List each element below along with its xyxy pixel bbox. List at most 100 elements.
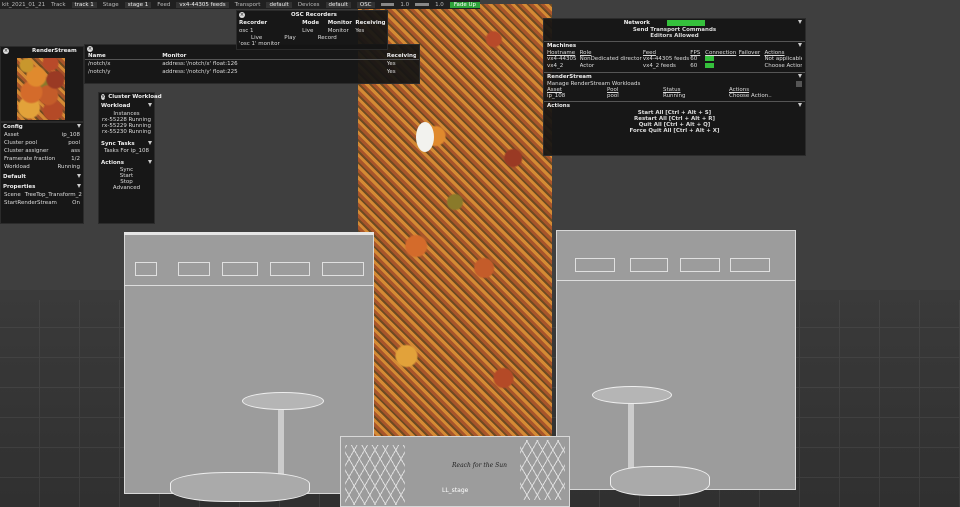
tasks-for-label: Tasks For ip_108 (103, 148, 150, 154)
volume-value-2: 1.0 (435, 1, 444, 8)
start-renderstream-row[interactable]: StartRenderStream On (1, 199, 83, 207)
config-row[interactable]: Asset ip_108 (1, 131, 83, 139)
col-name: Name (88, 53, 106, 59)
top-toolbar: kit_2021_01_21 Track track 1 Stage stage… (0, 0, 480, 9)
wall-slot (135, 262, 157, 276)
wall-slot (322, 262, 364, 276)
volume-slider-1[interactable] (380, 3, 395, 6)
config-row[interactable]: Cluster pool pool (1, 139, 83, 147)
wall-slot (222, 262, 258, 276)
wall-line (556, 280, 796, 281)
advanced-button[interactable]: Advanced (99, 185, 154, 191)
chevron-down-icon[interactable] (148, 141, 152, 145)
platform-truss (520, 440, 565, 500)
recorders-header: Recorder Mode Monitor Receiving (239, 20, 386, 26)
config-row[interactable]: Framerate fraction 1/2 (1, 155, 83, 163)
wall-left-top-edge (124, 232, 374, 235)
chevron-down-icon[interactable] (798, 43, 802, 47)
network-status-bar (666, 20, 705, 26)
table-row[interactable]: osc 1 Live Monitor Yes (237, 27, 387, 35)
devices-label: Devices (297, 1, 320, 8)
chevron-down-icon[interactable] (77, 124, 81, 128)
default-section[interactable]: Default (3, 174, 26, 180)
stool-right-seat (592, 386, 672, 404)
recorder-monitor-footer: 'osc 1' monitor (239, 41, 280, 47)
feed-label: Feed (157, 1, 171, 8)
record-button[interactable]: Record (318, 35, 337, 41)
force-quit-all-button[interactable]: Force Quit All [Ctrl + Alt + X] (544, 128, 805, 134)
stage-sign: Reach for the Sun (452, 462, 507, 469)
wall-slot (270, 262, 310, 276)
highlight-orb (416, 122, 434, 152)
stool-left-seat (242, 392, 324, 410)
osc-monitor-panel: × Name Monitor Receiving /notch/x addres… (84, 44, 420, 84)
volume-slider-2[interactable] (415, 3, 430, 6)
transport-label: Transport (234, 1, 261, 8)
stage-select[interactable]: stage 1 (124, 1, 152, 8)
volume-value-1: 1.0 (400, 1, 410, 8)
cluster-title: Cluster Workload (108, 94, 162, 100)
close-icon[interactable]: × (101, 94, 106, 100)
network-panel: Network Send Transport Commands Editors … (543, 18, 806, 156)
editors-allowed-toggle[interactable]: Editors Allowed (544, 33, 805, 39)
chevron-down-icon[interactable] (148, 160, 152, 164)
config-title: Config (3, 124, 23, 130)
renderstream-thumbnail (17, 58, 65, 120)
feed-select[interactable]: vx4-44305 feeds (176, 1, 229, 8)
chevron-down-icon[interactable] (798, 103, 802, 107)
wall-slot (630, 258, 668, 272)
track-select[interactable]: track 1 (71, 1, 97, 8)
actions-section[interactable]: Actions (101, 160, 124, 166)
table-row[interactable]: /notch/x address:'/notch/x' float:126 Ye… (85, 60, 419, 68)
config-row[interactable]: Cluster assigner ass (1, 147, 83, 155)
instance-row[interactable]: rx-55230 Running (99, 129, 154, 135)
monitor-header: Name Monitor Receiving (85, 53, 419, 59)
chevron-down-icon[interactable] (148, 103, 152, 107)
osc-recorders-title: OSC Recorders (291, 12, 337, 18)
rs-choose-action-select[interactable]: Choose Action.. (729, 93, 789, 99)
chevron-down-icon[interactable] (797, 20, 802, 24)
renderstream-section[interactable]: RenderStream (547, 74, 592, 80)
rs-row[interactable]: ip_108 pool Running Choose Action.. (544, 93, 805, 99)
config-row[interactable]: Workload Running (1, 163, 83, 171)
connection-indicator (705, 63, 739, 70)
renderstream-thumb-panel: × RenderStream (0, 46, 84, 122)
col-receiving: Receiving (386, 53, 416, 59)
network-title: Network (623, 20, 650, 26)
close-icon[interactable]: × (87, 46, 93, 52)
fade-up-button[interactable]: Fade Up (449, 1, 480, 8)
col-monitor: Monitor (162, 53, 187, 59)
renderstream-thumb-title: RenderStream (32, 48, 77, 54)
play-button[interactable]: Play (284, 35, 295, 41)
choose-action-select[interactable]: Choose Action.. (764, 63, 802, 70)
chevron-down-icon[interactable] (77, 174, 81, 178)
transport-select[interactable]: default (266, 1, 292, 8)
table-row[interactable]: /notch/y address:'/notch/y' float:225 Ye… (85, 68, 419, 76)
chevron-down-icon[interactable] (77, 184, 81, 188)
machine-row[interactable]: vx4-44305 NonDedicated director vx4-4430… (544, 56, 805, 63)
close-icon[interactable]: × (3, 48, 9, 54)
machines-section[interactable]: Machines (547, 43, 576, 49)
scene-row[interactable]: Scene TreeTop_Transform_2 (1, 191, 83, 199)
stage-label: Stage (102, 1, 119, 8)
network-actions-section[interactable]: Actions (547, 103, 570, 109)
track-label: Track (51, 1, 66, 8)
devices-select[interactable]: default (325, 1, 351, 8)
properties-section[interactable]: Properties (3, 184, 35, 190)
stool-left-base (170, 472, 310, 502)
manage-workloads-checkbox[interactable] (796, 81, 802, 87)
machine-row[interactable]: vx4_2 Actor vx4_2 feeds 60 Choose Action… (544, 63, 805, 70)
osc-select[interactable]: OSC (356, 1, 375, 8)
workload-section[interactable]: Workload (101, 103, 130, 109)
platform-truss (345, 445, 405, 505)
file-name: kit_2021_01_21 (2, 1, 46, 8)
viewport[interactable]: Reach for the Sun LL_stage kit_2021_01_2… (0, 0, 960, 507)
osc-recorders-panel: × OSC Recorders Recorder Mode Monitor Re… (236, 10, 388, 50)
connection-indicator (705, 56, 739, 63)
chevron-down-icon[interactable] (798, 74, 802, 78)
sync-tasks-section[interactable]: Sync Tasks (101, 141, 135, 147)
stool-right-base (610, 466, 710, 496)
wall-slot (575, 258, 615, 272)
config-panel: Config Asset ip_108 Cluster pool pool Clus… (0, 122, 84, 224)
wall-slot (680, 258, 720, 272)
